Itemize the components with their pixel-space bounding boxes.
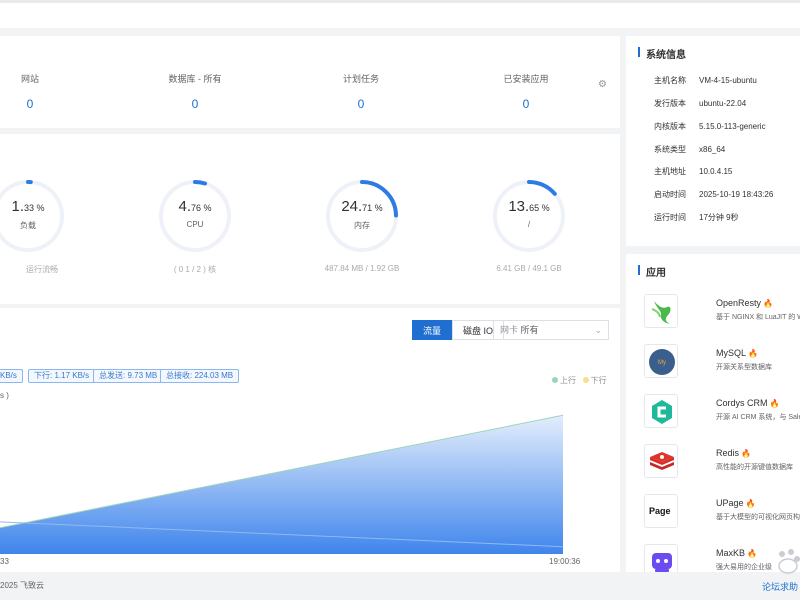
app-name: Redis 🔥 (716, 448, 751, 458)
gauge-sub: 487.84 MB / 1.92 GB (324, 264, 400, 273)
overview-websites[interactable]: 网站 0 (0, 72, 90, 111)
info-row-address: 主机地址 10.0.4.15 (654, 167, 733, 176)
overview-label: 计划任务 (342, 74, 379, 84)
app-name: Cordys CRM 🔥 (716, 398, 780, 408)
app-desc: 基于大模型的可视化网页构 (716, 514, 800, 521)
series-area-up (0, 415, 563, 554)
card-title: 应用 (638, 264, 666, 279)
svg-text:My: My (658, 360, 666, 366)
gauge-ring (493, 180, 565, 252)
overview-value[interactable]: 0 (135, 97, 255, 111)
overview-label: 数据库 - 所有 (168, 74, 222, 84)
gauge-percent: 4.76 % (178, 198, 212, 215)
overview-label: 网站 (20, 74, 39, 84)
apps-card: 应用 OpenResty 🔥 基于 NGINX 和 LuaJIT 的 W My M… (626, 254, 800, 572)
gauge-disk[interactable]: 13.65 % / (491, 178, 571, 258)
info-row-kernel: 内核版本 5.15.0-113-generic (654, 122, 766, 131)
overview-value[interactable]: 0 (301, 97, 421, 111)
hot-icon: 🔥 (745, 499, 756, 508)
gauge-label: 内存 (354, 221, 370, 230)
app-desc: 高性能的开源键值数据库 (716, 464, 793, 471)
info-row-hostname: 主机名称 VM-4-15-ubuntu (654, 76, 757, 85)
app-desc: 强大易用的企业级 (716, 564, 772, 571)
upage-logo: Page (644, 494, 678, 528)
overview-card: ⚙ 网站 0 数据库 - 所有 0 计划任务 0 已安装应用 0 (0, 36, 620, 128)
gauge-label: 负载 (20, 221, 36, 230)
gauge-sub: 运行流畅 (26, 265, 58, 274)
x-tick-end: 19:00:36 (549, 557, 581, 566)
info-row-arch: 系统类型 x86_64 (654, 145, 726, 154)
x-tick-start: 33 (0, 557, 9, 566)
mysql-logo: My (644, 344, 678, 378)
overview-value[interactable]: 0 (466, 97, 586, 111)
gauge-label: / (527, 220, 531, 229)
gauge-percent: 13.65 % (508, 198, 550, 215)
gauge-percent: 1.33 % (11, 198, 45, 215)
info-row-boot-time: 启动时间 2025-10-19 18:43:26 (654, 190, 774, 199)
info-row-uptime: 运行时间 17分钟 9秒 (654, 213, 739, 222)
app-name: UPage 🔥 (716, 498, 756, 508)
gauge-memory[interactable]: 24.71 % 内存 (324, 178, 404, 258)
gauge-ring (0, 180, 64, 252)
gauge-load[interactable]: 1.33 % 负载 (0, 178, 70, 258)
overview-label: 已安装应用 (503, 74, 549, 84)
gauge-sub: ( 0 1 / 2 ) 核 (173, 265, 217, 274)
card-title: 系统信息 (638, 46, 686, 61)
app-item-mysql[interactable]: My MySQL 🔥 开源关系型数据库 (644, 344, 800, 384)
hot-icon: 🔥 (769, 399, 780, 408)
overview-cronjobs[interactable]: 计划任务 0 (301, 72, 421, 111)
gauge-label: CPU (186, 220, 204, 229)
gauge-percent: 24.71 % (341, 198, 383, 215)
app-desc: 开源关系型数据库 (716, 364, 772, 371)
traffic-card: 流量 磁盘 IO 网卡 所有 ⌄ KB/s 下行: 1.17 KB/s 总发送:… (0, 308, 620, 572)
hot-icon: 🔥 (763, 299, 773, 308)
redis-logo (644, 444, 678, 478)
gauge-ring (326, 180, 398, 252)
system-info-card: 系统信息 主机名称 VM-4-15-ubuntu 发行版本 ubuntu-22.04… (626, 36, 800, 246)
gauge-sub: 6.41 GB / 49.1 GB (496, 264, 562, 273)
status-card: 1.33 % 负载 运行流畅 4.76 % CPU ( 0 1 / 2 ) 核 … (0, 134, 620, 304)
gear-icon[interactable]: ⚙ (598, 80, 608, 90)
gauge-cpu[interactable]: 4.76 % CPU (157, 178, 237, 258)
info-row-distro: 发行版本 ubuntu-22.04 (654, 99, 747, 108)
overview-installed-apps[interactable]: 已安装应用 0 (466, 72, 586, 111)
top-bar (0, 0, 800, 28)
forum-help-link[interactable]: 论坛求助 (762, 580, 798, 593)
maxkb-logo (644, 544, 678, 572)
app-desc: 开源 AI CRM 系统，与 Sale (716, 414, 800, 421)
app-item-openresty[interactable]: OpenResty 🔥 基于 NGINX 和 LuaJIT 的 W (644, 294, 800, 334)
app-item-redis[interactable]: Redis 🔥 高性能的开源键值数据库 (644, 444, 800, 484)
app-item-upage[interactable]: Page UPage 🔥 基于大模型的可视化网页构 (644, 494, 800, 534)
gauge-ring (159, 180, 231, 252)
baidu-watermark-icon (776, 548, 800, 576)
app-name: MySQL 🔥 (716, 348, 758, 358)
hot-icon: 🔥 (747, 549, 757, 558)
app-desc: 基于 NGINX 和 LuaJIT 的 W (716, 314, 800, 321)
overview-value[interactable]: 0 (0, 97, 90, 111)
hot-icon: 🔥 (748, 349, 758, 358)
app-name: OpenResty 🔥 (716, 298, 773, 308)
cordys-logo (644, 394, 678, 428)
copyright: 2025 飞致云 (0, 581, 45, 590)
overview-databases[interactable]: 数据库 - 所有 0 (135, 72, 255, 111)
openresty-logo (644, 294, 678, 328)
hot-icon: 🔥 (741, 449, 751, 458)
app-name: MaxKB 🔥 (716, 548, 757, 558)
app-item-cordys-crm[interactable]: Cordys CRM 🔥 开源 AI CRM 系统，与 Sale (644, 394, 800, 434)
traffic-chart (0, 414, 564, 554)
